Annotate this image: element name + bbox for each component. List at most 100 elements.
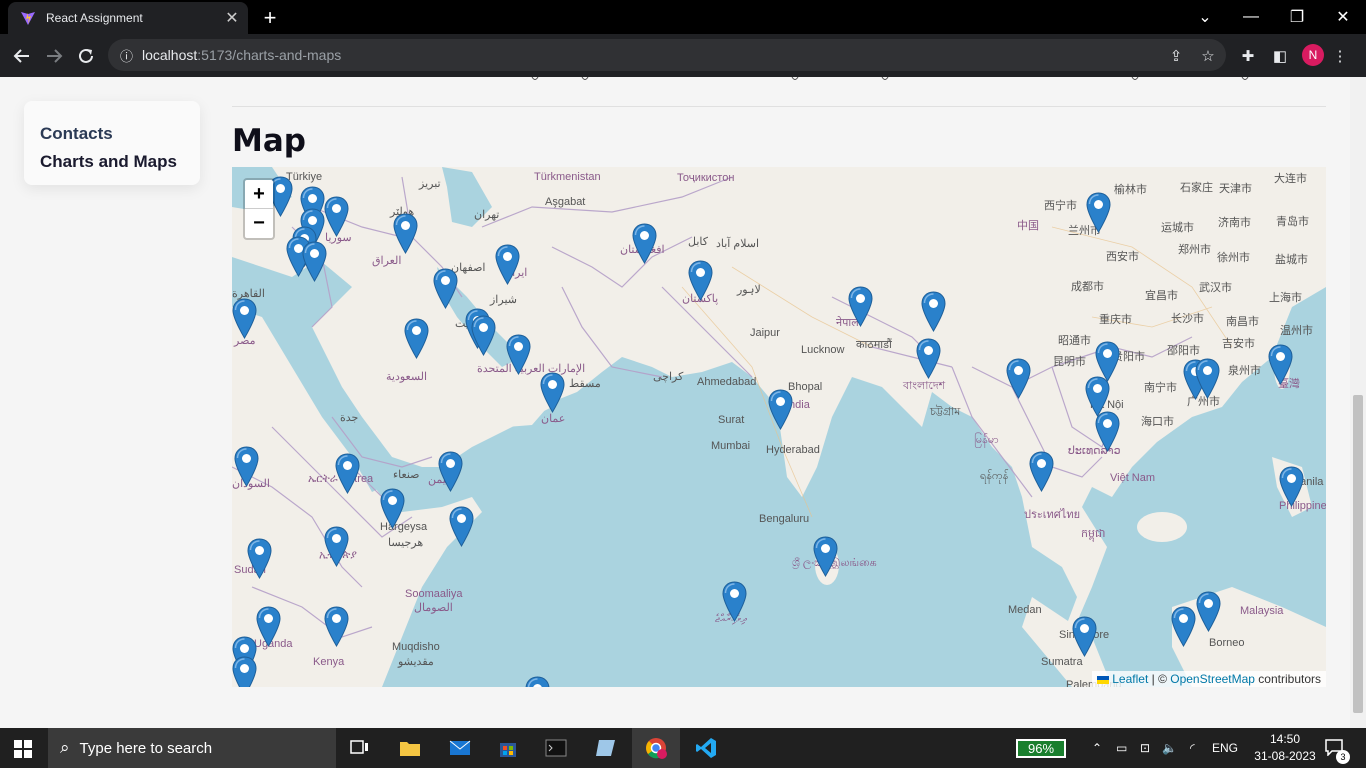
map-marker-icon[interactable]	[495, 244, 520, 285]
map-marker-icon[interactable]	[848, 286, 873, 327]
map-marker-icon[interactable]	[1268, 344, 1293, 385]
map-label: Bhopal	[788, 381, 823, 393]
chrome-icon[interactable]	[632, 728, 680, 768]
page-scrollbar[interactable]	[1350, 77, 1366, 728]
leaflet-link[interactable]: Leaflet	[1112, 672, 1148, 686]
forward-icon[interactable]	[40, 42, 68, 70]
tray-expand-icon[interactable]: ⌃	[1092, 728, 1102, 768]
map-label: عمان	[541, 413, 566, 425]
sidebar-item-contacts[interactable]: Contacts	[40, 120, 184, 148]
close-window-icon[interactable]: ✕	[1320, 0, 1366, 34]
map-marker-icon[interactable]	[1086, 192, 1111, 233]
menu-icon[interactable]: ⋮	[1326, 42, 1354, 70]
map-marker-icon[interactable]	[324, 606, 349, 647]
mail-icon[interactable]	[436, 728, 484, 768]
map-marker-icon[interactable]	[1072, 616, 1097, 657]
map-marker-icon[interactable]	[768, 389, 793, 430]
map-marker-icon[interactable]	[1006, 358, 1031, 399]
windows-start-icon[interactable]	[14, 740, 32, 758]
vscode-icon[interactable]	[682, 728, 730, 768]
map-marker-icon[interactable]	[1029, 451, 1054, 492]
map-label: 昆明市	[1053, 356, 1086, 368]
map-marker-icon[interactable]	[449, 506, 474, 547]
map-label: 济南市	[1218, 217, 1251, 229]
map-container[interactable]: Türkiye Türkmenistan Aşgabat Тоҷикистон …	[232, 167, 1326, 687]
taskbar-search[interactable]: ⌕ Type here to search	[48, 728, 336, 768]
store-icon[interactable]	[484, 728, 532, 768]
map-marker-icon[interactable]	[1279, 466, 1304, 507]
map-label: 西安市	[1106, 251, 1139, 263]
map-marker-icon[interactable]	[232, 298, 257, 339]
map-marker-icon[interactable]	[232, 656, 257, 687]
battery-indicator[interactable]: 96%	[1016, 739, 1066, 758]
task-view-icon[interactable]	[336, 728, 384, 768]
map-marker-icon[interactable]	[335, 453, 360, 494]
map-marker-icon[interactable]	[813, 536, 838, 577]
map-label: 大连市	[1274, 173, 1307, 185]
bookmark-star-icon[interactable]: ☆	[1194, 42, 1222, 70]
map-marker-icon[interactable]	[438, 451, 463, 492]
map-label: Borneo	[1209, 637, 1245, 649]
map-marker-icon[interactable]	[324, 196, 349, 237]
map-label: Aşgabat	[545, 196, 586, 208]
reload-icon[interactable]	[72, 42, 100, 70]
map-marker-icon[interactable]	[525, 676, 550, 687]
map-marker-icon[interactable]	[234, 446, 259, 487]
browser-tab[interactable]: React Assignment ✕	[8, 2, 248, 34]
map-marker-icon[interactable]	[380, 488, 405, 529]
map-marker-icon[interactable]	[1195, 358, 1220, 399]
map-marker-icon[interactable]	[1171, 606, 1196, 647]
zoom-in-button[interactable]: +	[245, 180, 273, 209]
map-marker-icon[interactable]	[632, 223, 657, 264]
battery-icon[interactable]: ▭	[1116, 728, 1127, 768]
map-label: Bengaluru	[759, 513, 810, 525]
network-status-icon[interactable]: ⊡	[1140, 728, 1150, 768]
wifi-icon[interactable]: ◜	[1190, 728, 1195, 768]
file-explorer-icon[interactable]	[386, 728, 434, 768]
map-marker-icon[interactable]	[540, 372, 565, 413]
address-bar[interactable]: ⓘ localhost :5173/charts-and-maps	[108, 39, 1226, 71]
map-marker-icon[interactable]	[433, 268, 458, 309]
map-label: 石家庄	[1180, 182, 1213, 194]
map-marker-icon[interactable]	[921, 291, 946, 332]
map-marker-icon[interactable]	[471, 315, 496, 356]
sidebar-item-charts-and-maps[interactable]: Charts and Maps	[40, 148, 184, 176]
map-marker-icon[interactable]	[247, 538, 272, 579]
map-marker-icon[interactable]	[506, 334, 531, 375]
profile-avatar[interactable]: N	[1302, 44, 1324, 66]
minimize-icon[interactable]: —	[1228, 0, 1274, 34]
page-content: Contacts Charts and Maps Map Türkiye Tür…	[0, 77, 1350, 728]
map-marker-icon[interactable]	[324, 526, 349, 567]
tab-title: React Assignment	[46, 11, 143, 25]
site-info-icon[interactable]: ⓘ	[120, 46, 142, 65]
map-label: 西宁市	[1044, 200, 1077, 212]
tab-close-icon[interactable]: ✕	[222, 8, 242, 28]
map-label: لاہور	[737, 284, 761, 296]
scrollbar-thumb[interactable]	[1353, 395, 1363, 713]
map-marker-icon[interactable]	[722, 581, 747, 622]
restore-icon[interactable]: ❐	[1274, 0, 1320, 34]
volume-icon[interactable]: 🔈	[1162, 728, 1177, 768]
search-icon: ⌕	[60, 738, 70, 757]
map-marker-icon[interactable]	[393, 213, 418, 254]
osm-link[interactable]: OpenStreetMap	[1170, 672, 1255, 686]
language-indicator[interactable]: ENG	[1212, 728, 1238, 768]
terminal-icon[interactable]	[532, 728, 580, 768]
map-marker-icon[interactable]	[256, 606, 281, 647]
extensions-icon[interactable]: ✚	[1234, 42, 1262, 70]
map-marker-icon[interactable]	[1196, 591, 1221, 632]
notes-app-icon[interactable]	[582, 728, 630, 768]
map-marker-icon[interactable]	[1095, 411, 1120, 452]
tab-search-icon[interactable]: ⌄	[1182, 0, 1228, 34]
map-marker-icon[interactable]	[688, 260, 713, 301]
back-icon[interactable]	[8, 42, 36, 70]
share-icon[interactable]: ⇪	[1162, 42, 1190, 70]
sidebar-nav: Contacts Charts and Maps	[24, 101, 200, 185]
new-tab-icon[interactable]: +	[258, 5, 282, 31]
side-panel-icon[interactable]: ◧	[1266, 42, 1294, 70]
zoom-out-button[interactable]: −	[245, 209, 273, 238]
map-marker-icon[interactable]	[302, 241, 327, 282]
taskbar-clock[interactable]: 14:50 31-08-2023	[1250, 731, 1320, 765]
map-marker-icon[interactable]	[916, 338, 941, 379]
map-marker-icon[interactable]	[404, 318, 429, 359]
